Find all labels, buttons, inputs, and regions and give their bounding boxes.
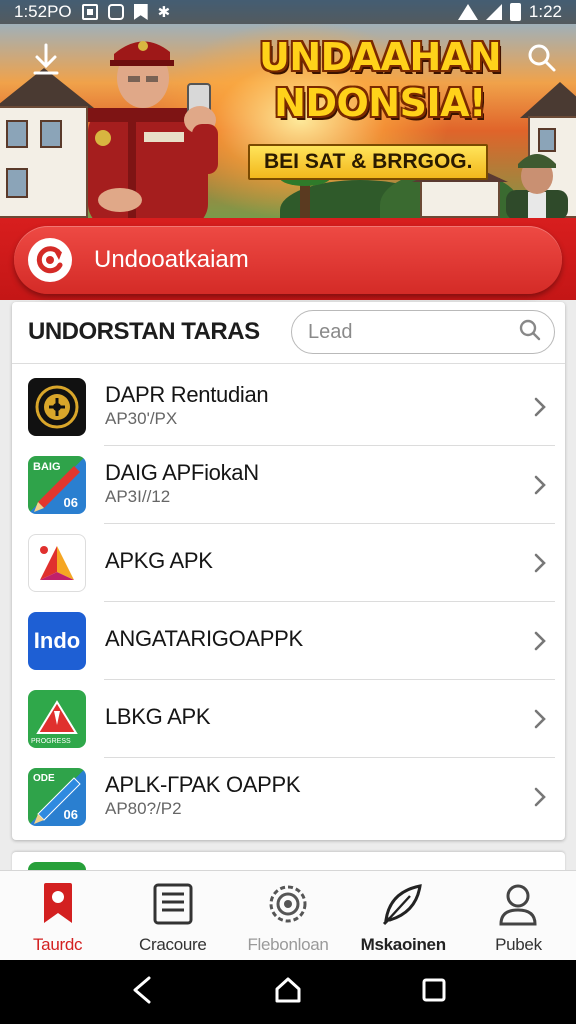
tab-label: Mskaoinen [360,935,446,954]
bottom-tab-bar: Taurdc Cracoure Flebonloan Mskaoinen Pub… [0,870,576,960]
tab-pubek[interactable]: Pubek [461,871,576,960]
primary-action-label: Undooatkaiam [94,246,249,273]
app-list-card: UNDORSTAN TARAS DAPR Rentudian AP30'/PX [12,302,565,840]
tab-taurdc[interactable]: Taurdc [0,871,115,960]
app-icon-number: 06 [63,495,78,510]
list-item-text: ANGATARIGOAPPK [105,626,303,652]
tab-label: Taurdc [32,935,83,954]
emblem-icon [28,378,86,436]
tab-cracoure[interactable]: Cracoure [115,871,230,960]
list-item-sub: AP30'/PX [105,409,178,428]
chevron-right-icon [534,631,546,651]
wifi-icon [457,4,478,20]
battery-icon [509,3,521,21]
person-icon [492,879,544,929]
system-navigation-bar [0,960,576,1024]
list-item[interactable]: DAPR Rentudian AP30'/PX [12,368,565,446]
list-item-sub: AP3I//12 [105,487,171,506]
app-icon-caption: Indo [33,628,81,653]
banner-officer-figure [88,41,218,218]
tab-flebonloan[interactable]: Flebonloan [230,871,345,960]
tab-label: Pubek [495,935,542,954]
banner-subtitle: BEI SAT & BRRGOG. [248,144,489,180]
download-icon[interactable] [28,42,64,78]
list-item-name: DAPR Rentudian [105,382,269,407]
tab-label: Cracoure [139,935,207,954]
list-item[interactable]: Indo ANGATARIGOAPPK [12,602,565,680]
list-item-text: LBKG APK [105,704,211,730]
bookmark-tag-icon [32,879,84,929]
notification-flag-icon [133,4,148,20]
status-bar: 1:52PO ✱ 1:22 [0,0,576,24]
list-item-name: ANGATARIGOAPPK [105,626,303,651]
app-icon-caption: PROGRESS [31,738,71,745]
back-icon[interactable] [129,975,155,1010]
list-item[interactable]: PROGRESS LBKG APK [12,680,565,758]
primary-action-button[interactable]: Undooatkaiam [14,226,562,294]
list-item-text: APKG APK [105,548,213,574]
warning-triangle-icon: PROGRESS [28,690,86,748]
leaf-pen-icon [377,879,429,929]
list-item-name: APKG APK [105,548,213,573]
colorful-triangle-icon [28,534,86,592]
brand-logo-icon [28,238,72,282]
indo-icon: Indo [28,612,86,670]
notification-icon [81,4,98,20]
banner-title: UNDAAHAN NDONSIA! [258,35,502,125]
list-header: UNDORSTAN TARAS [12,302,565,364]
list-item-text: DAIG APFiokaN AP3I//12 [105,460,259,508]
recents-icon[interactable] [421,977,447,1008]
app-notification-icon [107,4,124,20]
search-magnifier-icon[interactable] [518,318,542,347]
search-icon[interactable] [524,40,560,76]
app-icon-caption: BAIG [33,461,61,473]
pencil-bag-icon: BAIG 06 [28,456,86,514]
list-item-sub: AP80?/P2 [105,799,182,818]
signal-icon [485,4,502,20]
search-field[interactable] [291,310,555,354]
chevron-right-icon [534,787,546,807]
search-input[interactable] [308,320,508,344]
app-icon-caption: ODE [33,773,55,784]
chevron-right-icon [534,553,546,573]
badge-gear-icon [262,879,314,929]
list-item-text: APLK-ГPAK OAPPK AP80?/P2 [105,772,301,820]
list-heading: UNDORSTAN TARAS [28,318,260,345]
document-list-icon [147,879,199,929]
pencil-blue-icon: ODE 06 [28,768,86,826]
list-item-name: LBKG APK [105,704,211,729]
home-icon[interactable] [273,975,303,1010]
app-screen: UNDAAHAN NDONSIA! BEI SAT & BRRGOG. 1:52… [0,0,576,1024]
list-item[interactable]: APKG APK [12,524,565,602]
list-item-text: DAPR Rentudian AP30'/PX [105,382,269,430]
list-item[interactable]: BAIG 06 DAIG APFiokaN AP3I//12 [12,446,565,524]
list-item-name: APLK-ГPAK OAPPK [105,772,301,797]
chevron-right-icon [534,397,546,417]
status-time: 1:22 [528,2,562,21]
promo-banner[interactable]: UNDAAHAN NDONSIA! BEI SAT & BRRGOG. [0,0,576,218]
app-icon-number: 06 [63,807,78,822]
list-item[interactable]: ODE 06 APLK-ГPAK OAPPK AP80?/P2 [12,758,565,836]
banner-soldier-figure [506,154,568,218]
list-item-name: DAIG APFiokaN [105,460,259,485]
chevron-right-icon [534,475,546,495]
tab-mskaoinen[interactable]: Mskaoinen [346,871,461,960]
tab-label: Flebonloan [247,935,329,954]
status-left-text: 1:52PO [14,2,72,21]
settings-icon: ✱ [157,4,171,21]
chevron-right-icon [534,709,546,729]
